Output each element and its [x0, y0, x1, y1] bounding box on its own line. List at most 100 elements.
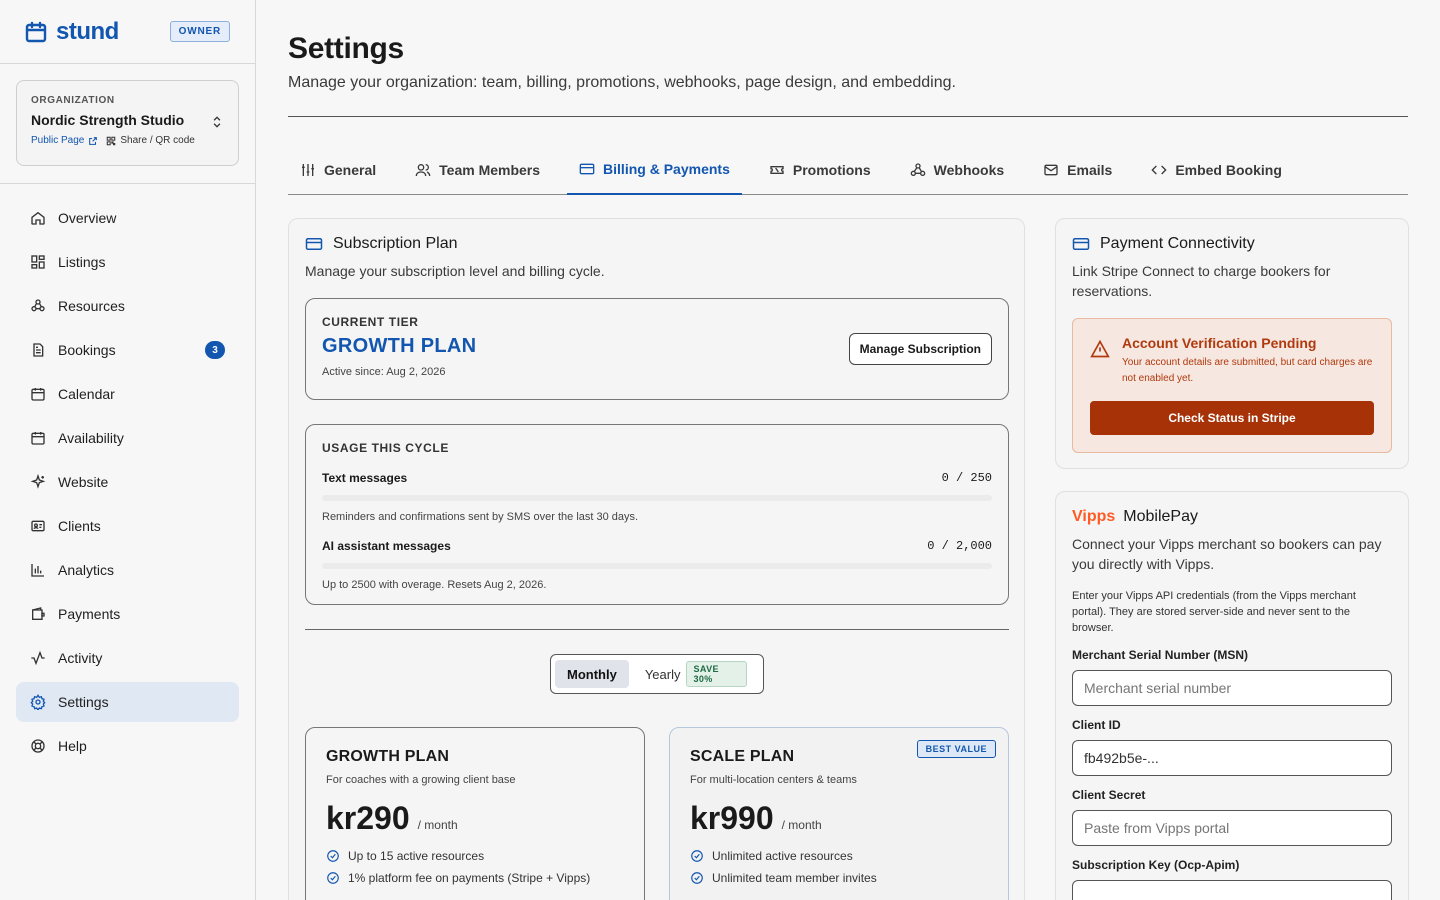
tab-label: Billing & Payments	[603, 161, 730, 177]
billing-cycle-toggle: Monthly Yearly SAVE 30%	[550, 654, 764, 694]
sidebar-item-clients[interactable]: Clients	[16, 506, 239, 546]
sidebar-item-analytics[interactable]: Analytics	[16, 550, 239, 590]
alert-title: Account Verification Pending	[1122, 335, 1317, 351]
sidebar-item-bookings[interactable]: Bookings 3	[16, 330, 239, 370]
plan-feature: Unlimited active resources	[690, 849, 988, 863]
sidebar-item-availability[interactable]: Availability	[16, 418, 239, 458]
client-secret-input[interactable]	[1072, 810, 1392, 846]
usage-row-sms: Text messages 0 / 250	[322, 471, 992, 485]
usage-name: AI assistant messages	[322, 539, 451, 553]
plan-feature: Up to 15 active resources	[326, 849, 624, 863]
sidebar-item-label: Settings	[58, 694, 109, 710]
calendar-logo-icon	[25, 21, 47, 42]
sidebar-item-overview[interactable]: Overview	[16, 198, 239, 238]
tab-label: General	[324, 161, 377, 178]
plan-description: For multi-location centers & teams	[690, 774, 857, 786]
field-label: Client Secret	[1072, 788, 1146, 802]
sidebar-item-settings[interactable]: Settings	[16, 682, 239, 722]
sidebar-item-label: Activity	[58, 650, 103, 666]
org-label: ORGANIZATION	[31, 95, 115, 106]
field-label: Merchant Serial Number (MSN)	[1072, 648, 1249, 662]
organization-switcher[interactable]: ORGANIZATION Nordic Strength Studio Publ…	[16, 80, 239, 166]
credit-card-icon	[579, 163, 595, 175]
tab-webhooks[interactable]: Webhooks	[898, 145, 1017, 194]
check-circle-icon	[691, 872, 703, 884]
grid-icon	[31, 255, 45, 269]
tab-embed-booking[interactable]: Embed Booking	[1139, 145, 1294, 194]
home-icon	[31, 211, 45, 225]
sidebar-item-label: Help	[58, 738, 87, 754]
sidebar-item-listings[interactable]: Listings	[16, 242, 239, 282]
scale-plan-card[interactable]: BEST VALUE SCALE PLAN For multi-location…	[669, 727, 1009, 900]
growth-plan-card[interactable]: GROWTH PLAN For coaches with a growing c…	[305, 727, 645, 900]
plan-price: kr290 / month	[326, 800, 624, 837]
vipps-logo: Vipps	[1072, 508, 1116, 525]
page-subtitle: Manage your organization: team, billing,…	[288, 74, 956, 91]
sidebar-item-label: Payments	[58, 606, 121, 622]
yearly-option[interactable]: Yearly SAVE 30%	[633, 660, 759, 688]
calendar-icon	[31, 388, 45, 401]
brand-logo[interactable]: stund	[24, 18, 119, 46]
org-links: Public Page Share / QR code	[31, 135, 224, 146]
sidebar-item-activity[interactable]: Activity	[16, 638, 239, 678]
field-label: Client ID	[1072, 718, 1121, 732]
section-divider	[305, 629, 1009, 630]
app-root: stund OWNER ORGANIZATION Nordic Strength…	[0, 0, 1440, 900]
subscription-key-input[interactable]	[1072, 880, 1392, 900]
sidebar-item-help[interactable]: Help	[16, 726, 239, 766]
tab-team-members[interactable]: Team Members	[403, 145, 552, 194]
settings-tabs: General Team Members Billing & Payments …	[288, 145, 1408, 195]
feature-text: Unlimited team member invites	[712, 871, 877, 885]
users-icon	[415, 163, 431, 176]
alert-text: Your account details are submitted, but …	[1122, 357, 1373, 384]
price-period: / month	[417, 818, 458, 832]
tab-label: Promotions	[792, 161, 871, 178]
public-page-link[interactable]: Public Page	[31, 135, 98, 146]
tab-emails[interactable]: Emails	[1031, 145, 1124, 194]
monthly-option[interactable]: Monthly	[555, 660, 629, 688]
current-tier-label: CURRENT TIER	[322, 315, 419, 329]
card-subtitle: Manage your subscription level and billi…	[305, 263, 605, 279]
sidebar-item-resources[interactable]: Resources	[16, 286, 239, 326]
brand-bar: stund OWNER	[0, 0, 255, 64]
best-value-badge: BEST VALUE	[916, 740, 996, 758]
merchant-serial-input[interactable]	[1072, 670, 1392, 706]
sidebar-item-payments[interactable]: Payments	[16, 594, 239, 634]
sidebar-item-label: Availability	[58, 430, 124, 446]
card-subtitle: Link Stripe Connect to charge bookers fo…	[1072, 263, 1331, 299]
card-subtitle: Connect your Vipps merchant so bookers c…	[1072, 536, 1382, 572]
bookings-count-badge: 3	[205, 341, 225, 359]
share-qr-label: Share / QR code	[120, 135, 195, 146]
feature-text: Unlimited active resources	[712, 849, 853, 863]
sidebar-item-website[interactable]: Website	[16, 462, 239, 502]
sidebar-item-calendar[interactable]: Calendar	[16, 374, 239, 414]
ticket-icon	[770, 165, 784, 174]
check-stripe-status-button[interactable]: Check Status in Stripe	[1090, 401, 1374, 435]
tab-general[interactable]: General	[288, 145, 388, 194]
share-qr-link[interactable]: Share / QR code	[106, 135, 195, 146]
sidebar-item-label: Bookings	[58, 342, 116, 358]
card-title: MobilePay	[1123, 508, 1198, 525]
alert-body: Account Verification Pending Your accoun…	[1122, 335, 1374, 387]
check-circle-icon	[327, 872, 339, 884]
manage-subscription-button[interactable]: Manage Subscription	[848, 333, 992, 365]
warning-triangle-icon	[1090, 339, 1110, 358]
lifebuoy-icon	[31, 739, 45, 753]
feature-text: Up to 15 active resources	[348, 849, 485, 863]
client-id-input[interactable]	[1072, 740, 1392, 776]
public-page-label: Public Page	[31, 135, 85, 146]
credentials-help-text: Enter your Vipps API credentials (from t…	[1072, 590, 1356, 634]
current-tier-panel: CURRENT TIER GROWTH PLAN Active since: A…	[305, 298, 1009, 400]
webhook-icon	[910, 162, 925, 176]
tab-promotions[interactable]: Promotions	[757, 145, 883, 194]
sidebar-item-label: Overview	[58, 210, 117, 226]
page-title: Settings	[288, 32, 404, 65]
mail-icon	[1044, 164, 1058, 175]
tab-billing-payments[interactable]: Billing & Payments	[567, 145, 742, 195]
plan-description: For coaches with a growing client base	[326, 774, 516, 786]
card-header: Payment Connectivity	[1072, 235, 1392, 253]
org-name: Nordic Strength Studio	[31, 112, 185, 128]
payment-connectivity-card: Payment Connectivity Link Stripe Connect…	[1055, 218, 1409, 469]
usage-progress-bar	[322, 563, 992, 569]
card-title: Subscription Plan	[333, 235, 458, 252]
